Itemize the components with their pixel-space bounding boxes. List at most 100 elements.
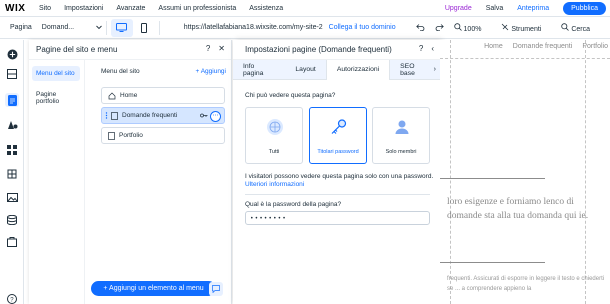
password-label: Qual è la password della pagina? — [245, 201, 342, 208]
back-icon[interactable]: ‹ — [431, 44, 434, 53]
side-nav-portfolio-pages[interactable]: Pagine portfolio — [32, 87, 80, 109]
option-password-holders[interactable]: Titolari password — [309, 107, 367, 164]
password-key-icon — [200, 112, 208, 121]
tab-seo-basics[interactable]: SEO base — [390, 60, 440, 80]
add-section-icon[interactable] — [5, 67, 19, 81]
option-members-only[interactable]: Solo membri — [372, 107, 430, 164]
upgrade-link[interactable]: Upgrade — [445, 5, 472, 12]
tab-permissions[interactable]: Autorizzazioni — [325, 59, 391, 80]
redo-icon[interactable] — [435, 23, 444, 33]
chevron-down-icon — [95, 24, 102, 32]
page-item-faq[interactable]: Domande frequenti ⋯ — [101, 107, 225, 124]
menu-help[interactable]: Assistenza — [249, 5, 283, 12]
top-menu: Sito Impostazioni Avanzate Assumi un pro… — [39, 5, 296, 12]
settings-panel-title: Impostazioni pagine (Domande frequenti) — [245, 45, 392, 54]
editor-toolbar: Pagina Domand... https://latellafabiana1… — [0, 17, 610, 39]
drag-handle-icon[interactable] — [105, 112, 108, 119]
wix-logo[interactable]: WIX — [5, 3, 39, 14]
header-guide — [440, 58, 610, 59]
add-menu-element-button[interactable]: + Aggiungi un elemento al menu — [91, 281, 216, 296]
option-members-only-label: Solo membri — [385, 149, 417, 155]
page-settings-panel: Impostazioni pagine (Domande frequenti) … — [233, 40, 440, 304]
preview-link[interactable]: Anteprima — [517, 5, 549, 12]
layout-guide — [450, 40, 451, 304]
site-faq-text: frequenti. Assicurati di esporre in legg… — [447, 276, 605, 292]
page-item-label: Home — [120, 92, 138, 99]
layout-guide — [585, 40, 586, 304]
site-url: https://latellafabiana18.wixsite.com/my-… — [184, 24, 396, 31]
option-everyone[interactable]: Tutti — [245, 107, 303, 164]
visibility-question: Chi può vedere questa pagina? — [245, 92, 336, 99]
chevron-right-icon[interactable]: › — [434, 66, 436, 73]
side-nav-site-menu[interactable]: Menu del sito — [32, 66, 80, 81]
business-icon[interactable] — [5, 167, 19, 181]
site-nav-portfolio[interactable]: Portfolio — [582, 43, 608, 50]
menu-label: Menu del sito — [101, 68, 140, 75]
page-item-label: Domande frequenti — [122, 112, 178, 119]
pages-panel-header: Pagine del sito e menu — [29, 40, 231, 60]
tools-button[interactable]: Strumenti — [501, 23, 551, 33]
page-item-home[interactable]: Home — [101, 87, 225, 104]
add-page-link[interactable]: + Aggiungi — [195, 68, 226, 75]
apps-icon[interactable] — [5, 143, 19, 157]
pages-list-area: Menu del sito + Aggiungi Home Domande fr… — [91, 60, 231, 304]
password-input[interactable]: •••••••• — [245, 211, 430, 225]
toolbar-divider — [105, 20, 107, 35]
member-icon — [392, 117, 412, 137]
page-item-portfolio[interactable]: Portfolio — [101, 127, 225, 144]
publish-button[interactable]: Pubblica — [563, 2, 606, 15]
search-button[interactable]: Cerca — [561, 23, 600, 33]
close-icon[interactable]: ✕ — [218, 44, 225, 53]
help-icon[interactable]: ? — [419, 44, 423, 53]
site-body-text: loro esigenze e forniamo lenco di domand… — [447, 197, 589, 221]
page-selector-value: Domand... — [41, 23, 75, 31]
pages-panel-header-icons: ? ✕ — [206, 44, 225, 53]
toolbar-divider — [158, 20, 160, 35]
section-divider — [245, 194, 430, 195]
page-icon — [108, 131, 115, 140]
settings-panel-header-icons: ? ‹ — [419, 44, 434, 53]
connect-domain-link[interactable]: Collega il tuo dominio — [329, 24, 396, 31]
learn-more-link[interactable]: Ulteriori informazioni — [245, 181, 304, 188]
more-actions-icon[interactable]: ⋯ — [210, 111, 221, 122]
portfolio-icon[interactable] — [5, 235, 19, 249]
tools-label: Strumenti — [511, 26, 542, 33]
settings-panel-header: Impostazioni pagine (Domande frequenti) — [233, 40, 440, 60]
option-password-holders-label: Titolari password — [317, 149, 359, 155]
menu-hire-professional[interactable]: Assumi un professionista — [158, 5, 236, 12]
pages-panel: Pagine del sito e menu ? ✕ Menu del sito… — [29, 40, 232, 304]
add-elements-icon[interactable] — [5, 47, 19, 61]
desktop-view-icon[interactable] — [110, 18, 133, 37]
undo-icon[interactable] — [415, 23, 425, 33]
tab-layout[interactable]: Layout — [285, 60, 325, 80]
zoom-control[interactable]: 100% — [453, 23, 492, 33]
pages-menu-icon[interactable] — [5, 93, 19, 107]
section-line — [440, 262, 545, 263]
svg-text:?: ? — [10, 297, 14, 303]
home-icon — [108, 92, 116, 100]
design-icon[interactable] — [5, 118, 19, 132]
chat-icon[interactable] — [209, 282, 223, 296]
globe-icon — [265, 117, 285, 137]
site-nav-faq[interactable]: Domande frequenti — [513, 43, 573, 50]
site-canvas[interactable]: Home Domande frequenti Portfolio loro es… — [440, 40, 610, 304]
site-nav-home[interactable]: Home — [484, 43, 503, 50]
help-icon[interactable]: ? — [5, 292, 19, 304]
permission-info: I visitatori possono vedere questa pagin… — [245, 173, 435, 189]
page-item-label: Portfolio — [119, 132, 143, 139]
page-selector[interactable]: Domand... — [42, 24, 102, 32]
menu-settings[interactable]: Impostazioni — [64, 5, 103, 12]
save-link[interactable]: Salva — [486, 5, 504, 12]
pages-side-nav: Menu del sito Pagine portfolio — [29, 60, 85, 304]
top-actions: Upgrade Salva Anteprima Pubblica — [445, 0, 610, 17]
left-tool-rail: ? — [0, 40, 24, 304]
cms-icon[interactable] — [5, 213, 19, 227]
mobile-view-icon[interactable] — [133, 19, 155, 37]
menu-advanced[interactable]: Avanzate — [116, 5, 145, 12]
site-url-text: https://latellafabiana18.wixsite.com/my-… — [183, 24, 323, 31]
search-label: Cerca — [571, 26, 590, 33]
menu-site[interactable]: Sito — [39, 5, 51, 12]
tab-page-info[interactable]: Info pagina — [233, 60, 285, 80]
help-icon[interactable]: ? — [206, 44, 210, 53]
media-icon[interactable] — [5, 190, 19, 204]
